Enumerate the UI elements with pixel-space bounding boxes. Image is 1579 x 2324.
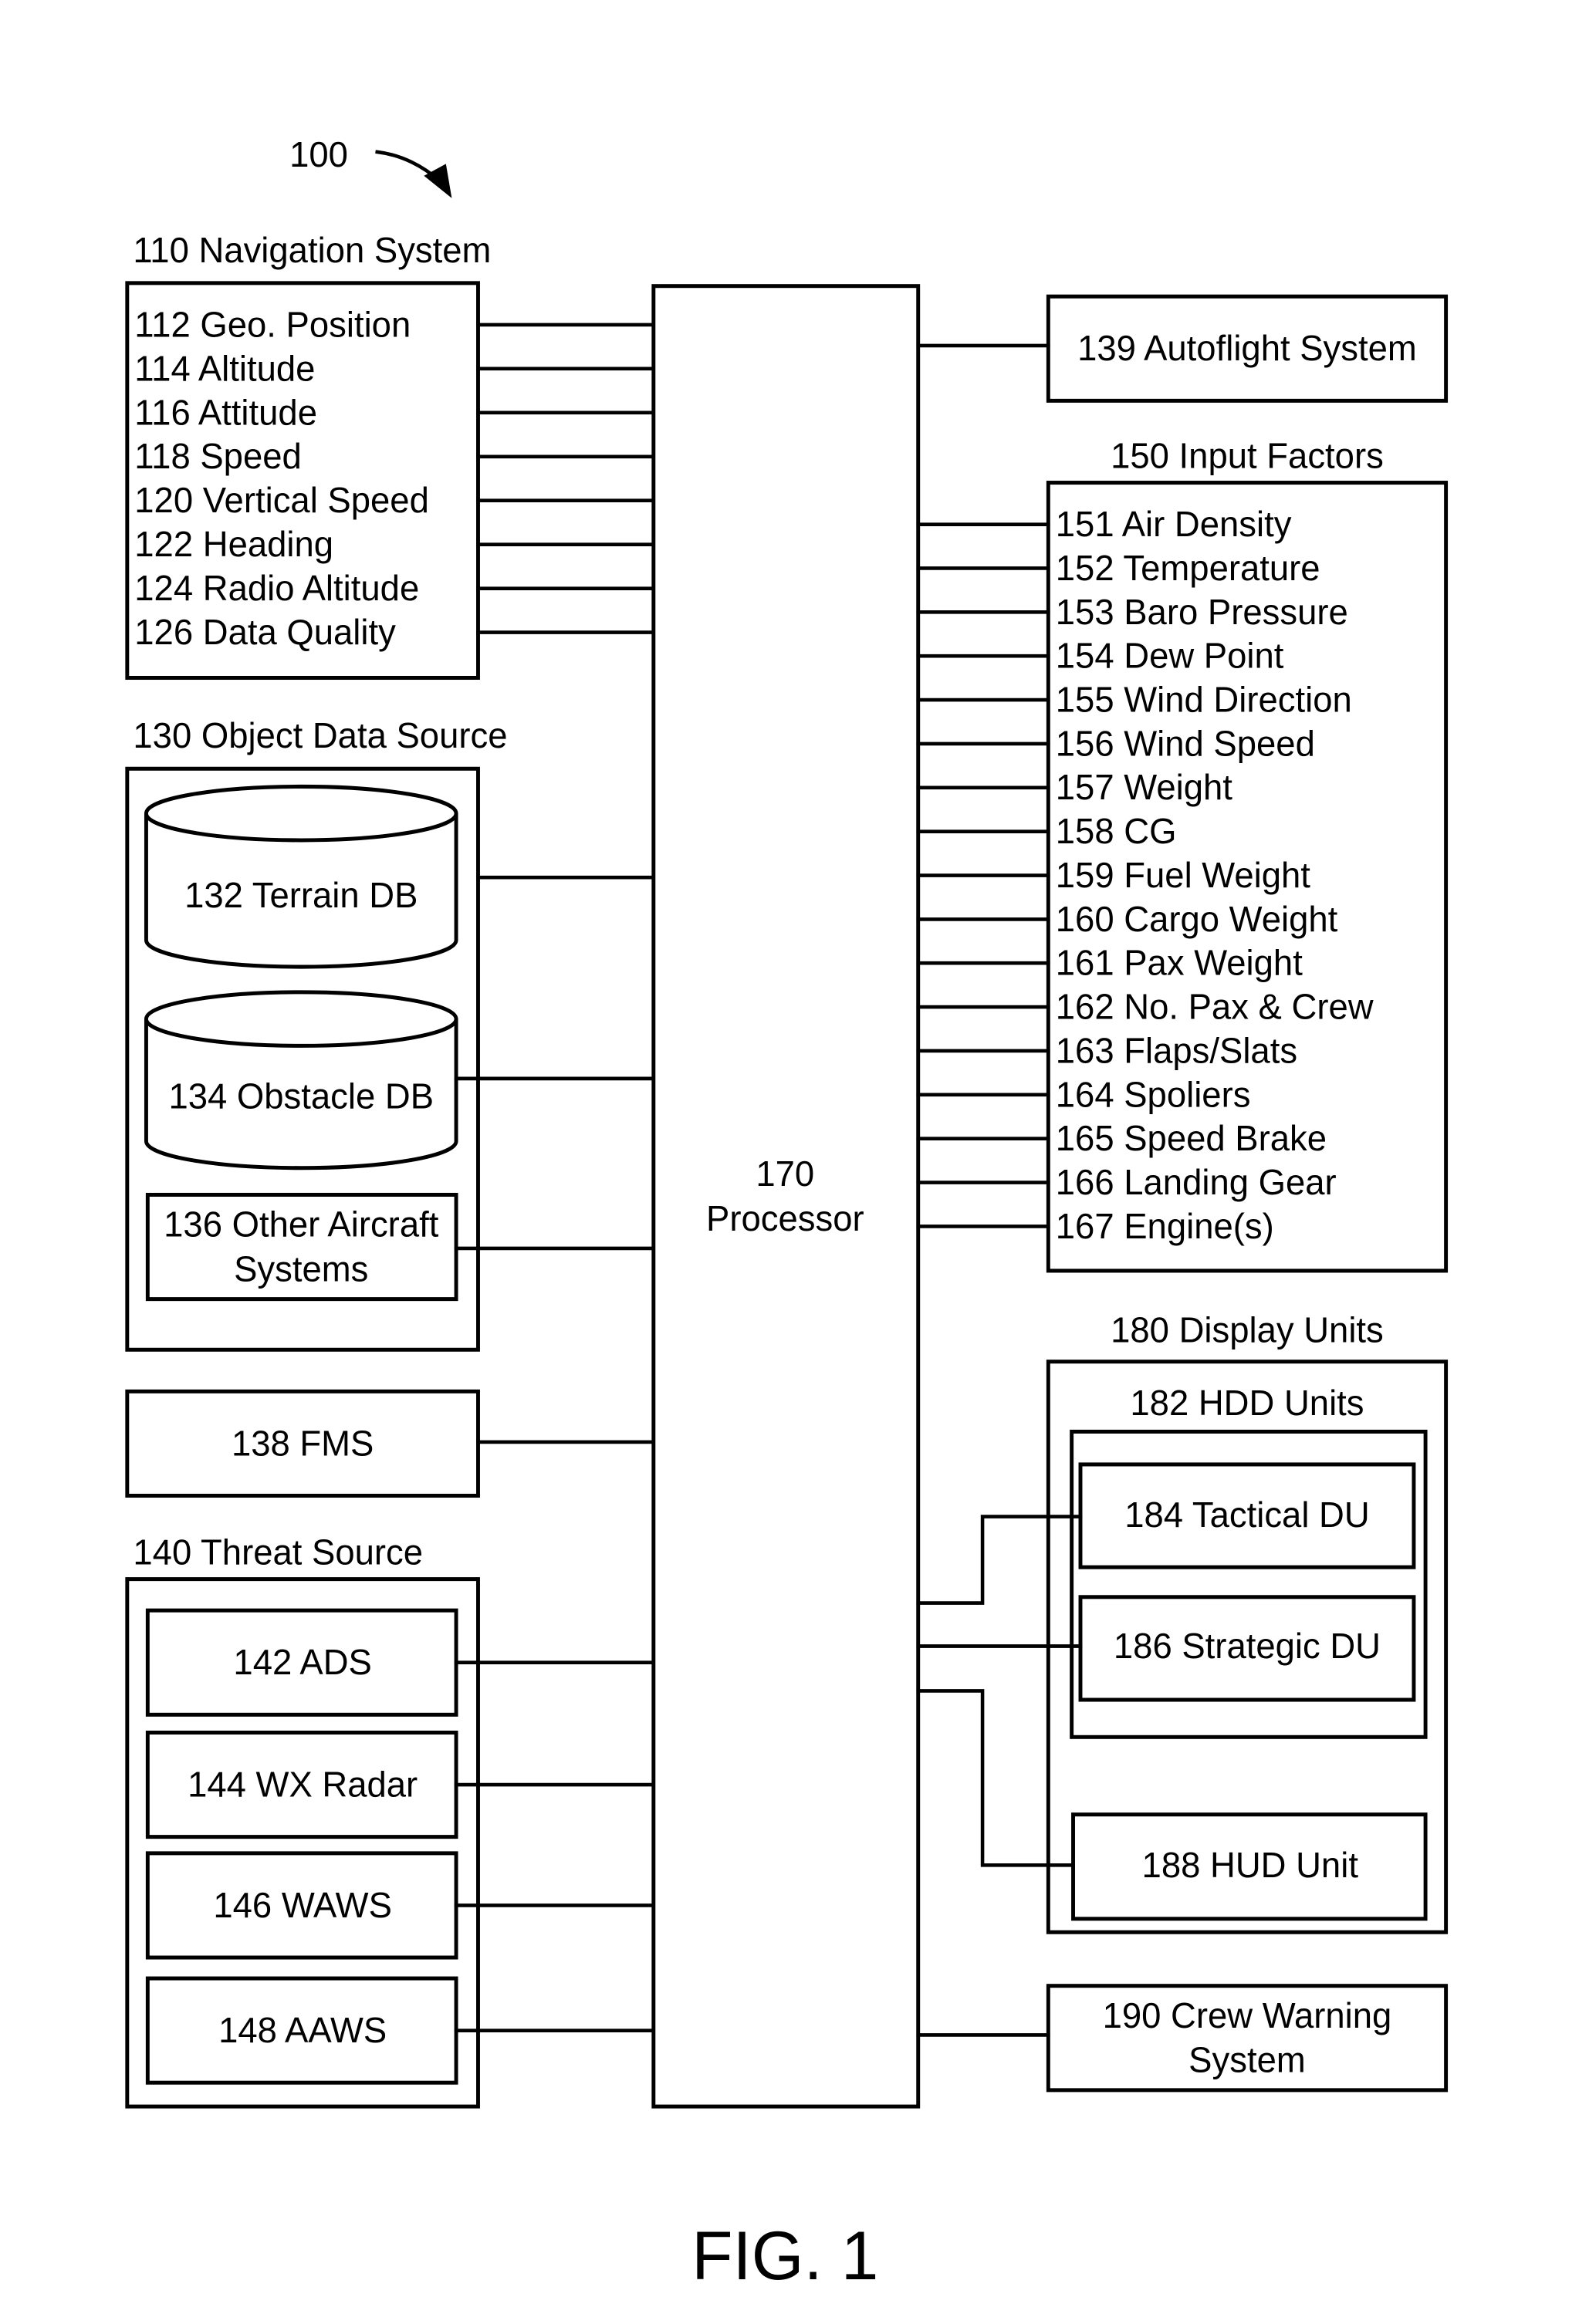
system-block-diagram: 100 110 Navigation System 112 Geo. Posit…: [125, 134, 1449, 2294]
input-factor-item: 158 CG: [1056, 811, 1177, 851]
threat-source-item-label: 144 WX Radar: [188, 1764, 418, 1804]
crew-warning-label-line2: System: [1188, 2039, 1306, 2079]
navigation-item: 120 Vertical Speed: [134, 480, 429, 520]
input-factors-title: 150 Input Factors: [1111, 435, 1384, 475]
display-units-title: 180 Display Units: [1111, 1309, 1384, 1349]
input-factor-item: 156 Wind Speed: [1056, 723, 1315, 763]
navigation-item: 126 Data Quality: [134, 612, 396, 652]
strategic-du-label: 186 Strategic DU: [1114, 1626, 1381, 1666]
other-aircraft-systems-label-line2: Systems: [234, 1248, 368, 1289]
input-factor-item: 152 Temperature: [1056, 548, 1320, 588]
input-factor-item: 151 Air Density: [1056, 504, 1292, 544]
input-factor-item: 164 Spoliers: [1056, 1074, 1251, 1114]
navigation-item: 122 Heading: [134, 524, 333, 564]
processor-box: [651, 284, 921, 2109]
input-factor-item: 159 Fuel Weight: [1056, 855, 1310, 895]
threat-source-item-label: 142 ADS: [233, 1642, 371, 1682]
autoflight-system-label: 139 Autoflight System: [1077, 328, 1417, 368]
input-factors-items: 151 Air Density152 Temperature153 Baro P…: [916, 504, 1374, 1246]
obstacle-db-cylinder: 134 Obstacle DB: [144, 990, 458, 1170]
terrain-db-cylinder: 132 Terrain DB: [144, 784, 458, 969]
navigation-item: 112 Geo. Position: [134, 304, 411, 344]
input-factor-item: 155 Wind Direction: [1056, 679, 1352, 719]
terrain-db-label: 132 Terrain DB: [184, 874, 418, 914]
input-factor-item: 153 Baro Pressure: [1056, 591, 1348, 631]
input-factor-item: 162 No. Pax & Crew: [1056, 986, 1374, 1026]
obstacle-db-label: 134 Obstacle DB: [168, 1076, 434, 1116]
threat-source-title: 140 Threat Source: [133, 1532, 423, 1572]
hud-unit-label: 188 HUD Unit: [1142, 1844, 1359, 1884]
figure-caption: FIG. 1: [691, 2217, 878, 2294]
fms-label: 138 FMS: [232, 1423, 374, 1463]
threat-source-item-label: 148 AAWS: [218, 2010, 387, 2050]
crew-warning-label-line1: 190 Crew Warning: [1103, 1995, 1392, 2035]
hdd-units-title: 182 HDD Units: [1130, 1383, 1364, 1423]
other-aircraft-systems-label-line1: 136 Other Aircraft: [164, 1204, 438, 1244]
input-factor-item: 154 Dew Point: [1056, 635, 1284, 675]
navigation-item: 118 Speed: [134, 436, 302, 476]
input-factor-item: 160 Cargo Weight: [1056, 898, 1338, 938]
input-factor-item: 165 Speed Brake: [1056, 1118, 1327, 1158]
object-data-source-title: 130 Object Data Source: [133, 715, 507, 755]
input-factor-item: 163 Flaps/Slats: [1056, 1030, 1297, 1070]
navigation-item: 114 Altitude: [134, 348, 315, 388]
navigation-system-title: 110 Navigation System: [133, 229, 491, 269]
figure-reference-number: 100: [289, 134, 348, 174]
input-factor-item: 161 Pax Weight: [1056, 942, 1303, 982]
input-factor-item: 157 Weight: [1056, 767, 1232, 807]
navigation-item: 116 Attitude: [134, 392, 317, 432]
navigation-item: 124 Radio Altitude: [134, 568, 419, 608]
navigation-system-connectors: [476, 323, 656, 634]
tactical-du-label: 184 Tactical DU: [1124, 1495, 1369, 1535]
input-factor-item: 166 Landing Gear: [1056, 1162, 1337, 1202]
processor-label: Processor: [706, 1197, 864, 1238]
input-factor-item: 167 Engine(s): [1056, 1205, 1274, 1245]
processor-number: 170: [756, 1153, 814, 1193]
threat-source-item-label: 146 WAWS: [213, 1885, 392, 1925]
reference-arrow-head-icon: [424, 164, 452, 198]
